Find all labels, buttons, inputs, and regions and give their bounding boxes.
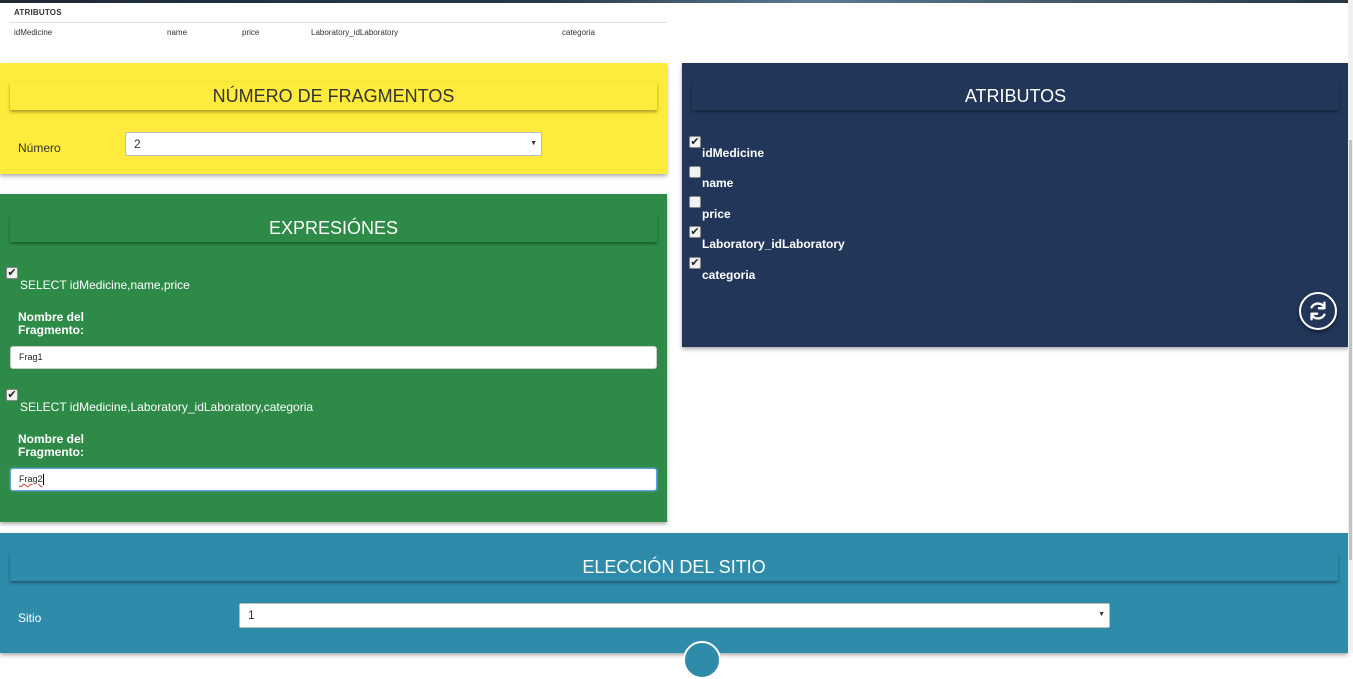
attribute-label: name <box>702 176 734 190</box>
attribute-checkbox[interactable]: ✔ <box>689 257 701 269</box>
expression-query: SELECT idMedicine,Laboratory_idLaborator… <box>20 400 314 414</box>
number-label: Número <box>18 141 61 155</box>
attribute-label: idMedicine <box>702 146 765 160</box>
column-header: Laboratory_idLaboratory <box>311 28 399 37</box>
confirm-button[interactable] <box>683 641 721 679</box>
expressions-title: EXPRESIÓNES <box>10 214 657 242</box>
table-divider <box>10 22 667 23</box>
column-header: idMedicine <box>14 28 53 37</box>
fragment-name-label: Nombre del Fragmento: <box>18 310 85 337</box>
attribute-checkbox[interactable]: ✔ <box>689 226 701 238</box>
fragment-name-label: Nombre del Fragmento: <box>18 432 85 459</box>
refresh-icon <box>1310 301 1326 321</box>
attribute-label: price <box>702 207 731 221</box>
site-selection-title: ELECCIÓN DEL SITIO <box>10 553 1338 581</box>
fragments-count-title: NÚMERO DE FRAGMENTOS <box>10 82 657 110</box>
attribute-checkbox[interactable] <box>689 166 701 178</box>
expressions-panel: EXPRESIÓNES ✔ SELECT idMedicine,name,pri… <box>0 194 667 522</box>
text-cursor <box>42 474 44 486</box>
scrollbar-thumb[interactable] <box>1349 140 1352 560</box>
selected-value: 1 <box>248 608 255 622</box>
attributes-title: ATRIBUTOS <box>692 82 1339 110</box>
expression-checkbox[interactable]: ✔ <box>6 389 18 401</box>
attributes-panel: ATRIBUTOS ✔ idMedicine name price ✔ Labo… <box>682 63 1349 347</box>
fragment-name-input[interactable]: Frag2 <box>10 468 657 491</box>
chevron-down-icon: ▼ <box>530 140 537 147</box>
expression-query: SELECT idMedicine,name,price <box>20 278 190 292</box>
site-select[interactable]: 1 ▼ <box>239 603 1110 628</box>
site-selection-panel: ELECCIÓN DEL SITIO Sitio 1 ▼ <box>0 533 1348 679</box>
attribute-label: Laboratory_idLaboratory <box>702 237 845 251</box>
vertical-scrollbar[interactable] <box>1348 0 1353 653</box>
site-label: Sitio <box>18 611 42 625</box>
attribute-checkbox[interactable] <box>689 196 701 208</box>
column-header: name <box>167 28 188 37</box>
attributes-table-title: ATRIBUTOS <box>14 8 62 17</box>
chevron-down-icon: ▼ <box>1098 611 1105 618</box>
fragments-number-select[interactable]: 2 ▼ <box>125 132 542 156</box>
refresh-button[interactable] <box>1299 292 1337 330</box>
expression-checkbox[interactable]: ✔ <box>6 267 18 279</box>
selected-value: 2 <box>134 137 141 151</box>
attribute-label: categoria <box>702 268 756 282</box>
fragment-name-input[interactable]: Frag1 <box>10 346 657 369</box>
attribute-checkbox[interactable]: ✔ <box>689 136 701 148</box>
attributes-table: ATRIBUTOS idMedicine name price Laborato… <box>10 3 667 43</box>
fragments-count-panel: NÚMERO DE FRAGMENTOS Número 2 ▼ <box>0 63 667 174</box>
column-header: price <box>242 28 260 37</box>
column-header: categoria <box>562 28 595 37</box>
